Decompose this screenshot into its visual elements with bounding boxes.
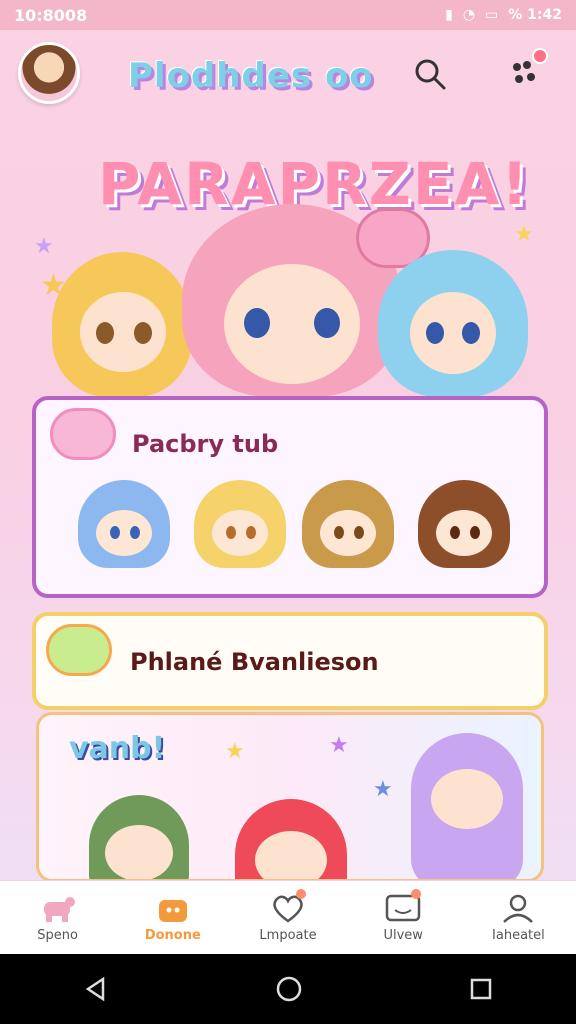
nav-item-iaheatel[interactable]: Iaheatel [461,881,576,954]
wifi-icon: ◔ [462,7,476,23]
avatar[interactable] [18,42,80,104]
star-icon: ★ [373,777,393,802]
event-card[interactable]: Phlané Bvanlieson [32,612,548,710]
nav-label: Ulvew [383,928,423,943]
nav-label: Donone [144,928,201,943]
character-blonde [52,252,192,397]
party-card[interactable]: Pacbry tub [32,396,548,598]
bottom-nav: Speno Donone Lmpoate Ulvew Iaheatel [0,880,576,954]
status-bar: 10:8008 ▮ ◔ ▭ % 1:42 [0,0,576,30]
nav-label: Iaheatel [492,928,545,943]
nav-badge [410,889,421,899]
status-right-text: % 1:42 [508,7,562,23]
bag-icon [158,900,187,922]
nav-label: Lmpoate [259,928,317,943]
search-icon [415,59,446,90]
status-time: 10:8008 [14,5,88,25]
recents-icon[interactable] [469,977,493,1001]
party-member-brown[interactable] [302,480,394,572]
star-icon: ★ [329,733,349,758]
nav-badge [295,889,306,899]
system-nav-bar [0,954,576,1024]
character-lavender [411,733,523,879]
character-red [235,799,347,879]
top-bar: Plodhdes oo [0,30,576,122]
party-member-dark-brown[interactable] [418,480,510,572]
hero-banner: PARAPRZEA! ★ ★ ★ [0,122,576,397]
party-card-title: Pacbry tub [132,430,279,458]
app-title: Plodhdes oo [128,56,374,96]
nav-item-speno[interactable]: Speno [0,881,115,954]
search-button[interactable] [408,52,452,96]
nav-label: Speno [37,928,78,943]
status-icons: ▮ ◔ ▭ % 1:42 [445,7,562,23]
paw-icon [43,897,75,922]
event-card-title: Phlané Bvanlieson [130,648,379,676]
star-icon: ★ [34,234,54,259]
star-icon: ★ [225,739,245,764]
star-icon: ★ [40,268,67,303]
home-icon[interactable] [275,975,303,1003]
feature-banner[interactable]: vanb! ★ ★ ★ [36,712,544,882]
profile-icon [503,894,534,923]
back-icon[interactable] [83,976,109,1002]
character-blue [378,250,528,397]
party-member-blue[interactable] [78,480,170,572]
nav-item-lmpoate[interactable]: Lmpoate [230,881,345,954]
notification-button[interactable] [504,48,548,96]
cloud-face-icon [50,408,116,460]
star-icon: ★ [514,222,534,247]
notification-badge [532,48,548,64]
signal-icon: ▮ [445,7,453,23]
nav-item-ulvew[interactable]: Ulvew [346,881,461,954]
feature-badge: vanb! [69,731,166,766]
battery-icon: ▭ [485,7,499,23]
party-member-blonde[interactable] [194,480,286,572]
nav-item-donone[interactable]: Donone [115,881,230,954]
character-green [89,795,189,879]
cloud-face-icon [46,624,112,676]
